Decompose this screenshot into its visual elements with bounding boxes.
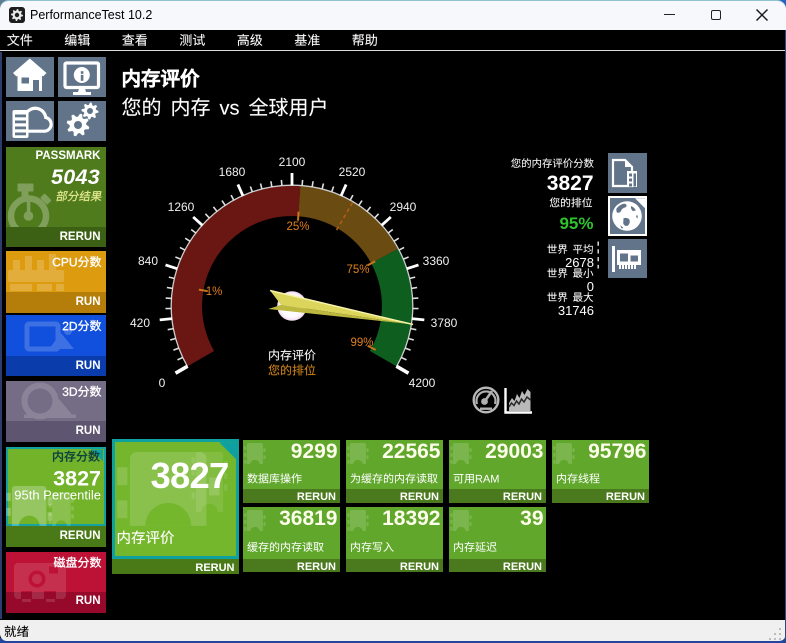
svg-text:3827: 3827 xyxy=(151,455,229,496)
svg-text:95th Percentile: 95th Percentile xyxy=(14,488,101,503)
